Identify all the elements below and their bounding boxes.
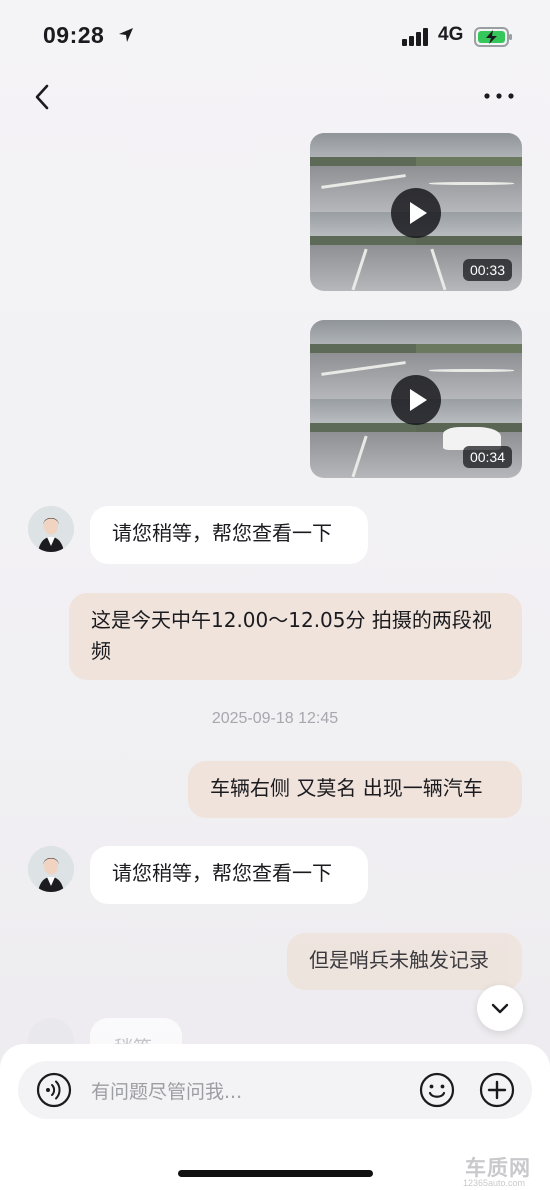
chat-header xyxy=(0,72,550,122)
more-icon[interactable] xyxy=(479,84,519,108)
watermark-site: 12365auto.com xyxy=(463,1178,526,1188)
agent-message: 请您稍等，帮您查看一下 xyxy=(90,846,368,904)
message-timestamp: 2025-09-18 12:45 xyxy=(211,710,339,727)
play-icon[interactable] xyxy=(391,375,441,425)
user-message: 但是哨兵未触发记录 xyxy=(287,933,522,990)
battery-charging-icon xyxy=(474,27,512,47)
play-icon[interactable] xyxy=(391,188,441,238)
chevron-down-icon xyxy=(491,1003,509,1014)
video-duration: 00:33 xyxy=(462,259,512,281)
status-bar: 09:28 4G xyxy=(0,0,550,72)
status-time: 09:28 xyxy=(43,22,105,48)
video-message[interactable]: 00:34 xyxy=(310,320,522,478)
video-message[interactable]: 00:33 xyxy=(310,133,522,291)
agent-avatar[interactable] xyxy=(28,846,74,892)
location-arrow-icon xyxy=(119,28,133,42)
emoji-icon[interactable] xyxy=(419,1072,455,1108)
agent-avatar[interactable] xyxy=(28,506,74,552)
message-input[interactable]: 有问题尽管问我... xyxy=(91,1077,242,1104)
video-duration: 00:34 xyxy=(462,446,512,468)
agent-message: 请您稍等，帮您查看一下 xyxy=(90,506,368,564)
network-type: 4G xyxy=(438,24,464,45)
back-icon[interactable] xyxy=(28,82,58,112)
voice-icon[interactable] xyxy=(36,1072,72,1108)
home-indicator[interactable] xyxy=(178,1170,373,1177)
signal-icon xyxy=(402,28,428,46)
scroll-to-bottom-button[interactable] xyxy=(477,985,523,1031)
user-message: 这是今天中午12.00～12.05分 拍摄的两段视频 xyxy=(69,593,522,680)
user-message: 车辆右侧 又莫名 出现一辆汽车 xyxy=(188,761,522,818)
plus-icon[interactable] xyxy=(479,1072,515,1108)
